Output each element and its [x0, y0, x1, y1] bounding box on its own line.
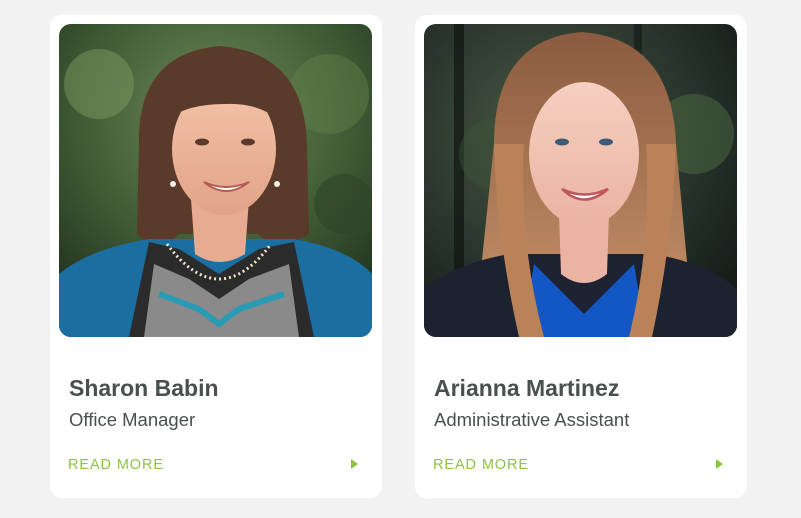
member-photo-image — [424, 24, 737, 337]
read-more-link[interactable]: READ MORE — [50, 453, 382, 477]
member-role: Office Manager — [69, 409, 196, 430]
member-name: Sharon Babin — [69, 375, 219, 401]
chevron-right-icon — [716, 459, 723, 469]
chevron-right-icon — [351, 459, 358, 469]
read-more-link[interactable]: READ MORE — [415, 453, 747, 477]
member-photo-image — [59, 24, 372, 337]
member-role: Administrative Assistant — [434, 409, 630, 430]
team-member-card: Arianna Martinez Administrative Assistan… — [415, 15, 747, 498]
team-member-card: Sharon Babin Office Manager READ MORE — [50, 15, 382, 498]
member-photo[interactable] — [424, 24, 737, 337]
member-photo[interactable] — [59, 24, 372, 337]
read-more-label: READ MORE — [433, 457, 529, 473]
read-more-label: READ MORE — [68, 457, 164, 473]
member-name: Arianna Martinez — [434, 375, 620, 401]
